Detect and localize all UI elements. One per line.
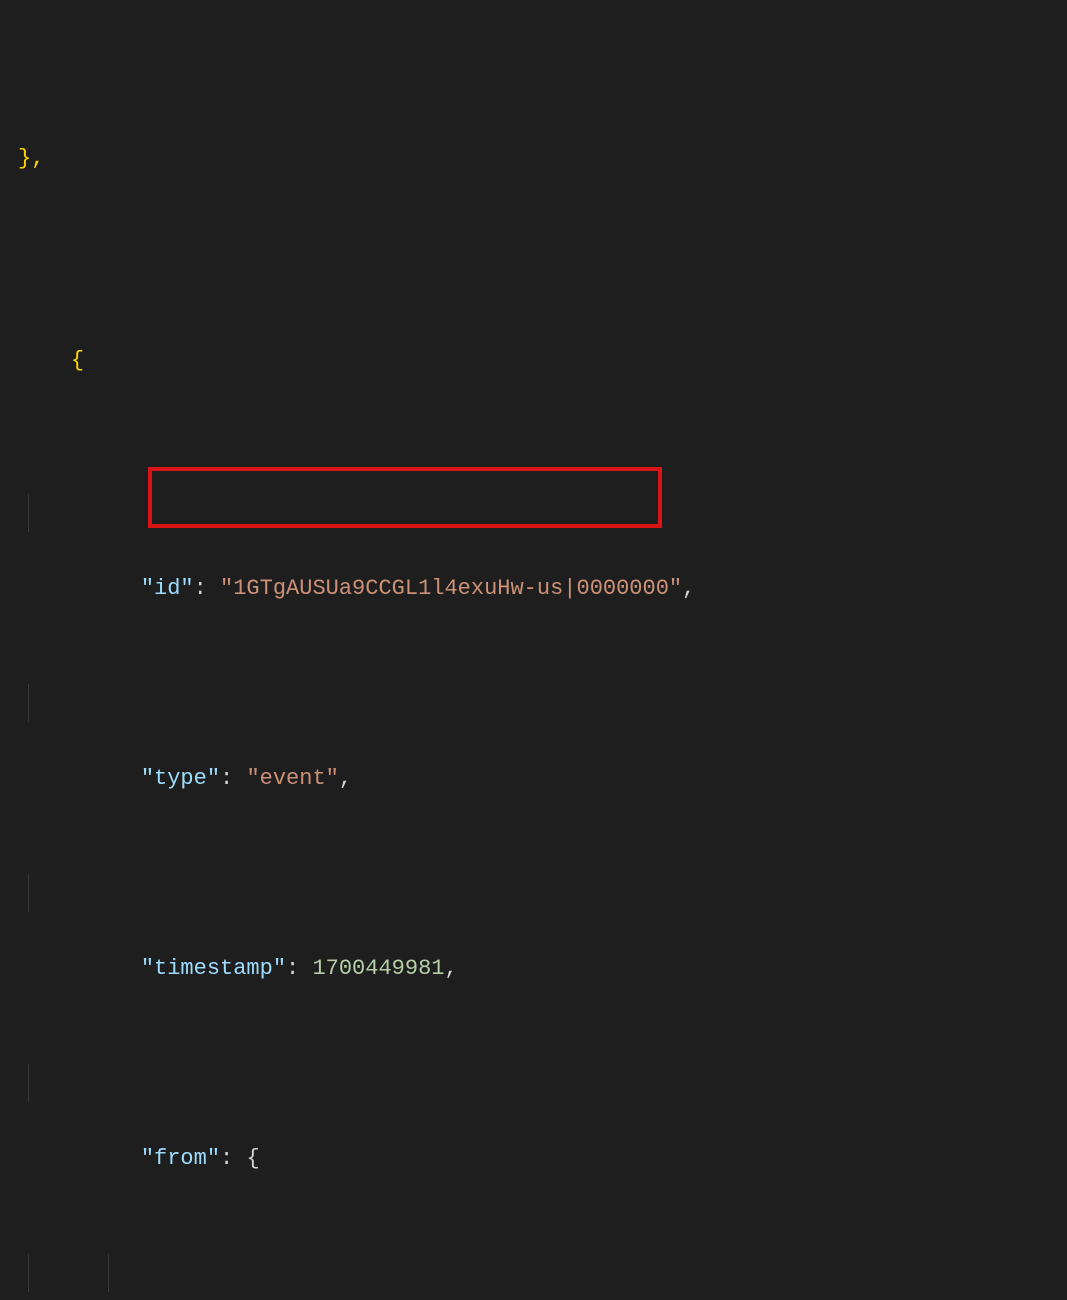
json-number: 1700449981 [312,956,444,981]
code-line: }, [18,140,805,152]
code-line: "id": "1GTgAUSUa9CCGL1l4exuHw-us|0000000… [18,494,805,532]
open-brace: { [71,348,84,373]
code-line: "id": "d18d8ce5-6ed5-f417-27af-1ba8da804… [18,1254,805,1292]
code-line: "timestamp": 1700449981, [18,874,805,912]
json-key: "timestamp" [141,956,286,981]
json-string: "1GTgAUSUa9CCGL1l4exuHw-us|0000000" [220,576,682,601]
code-line: "from": { [18,1064,805,1102]
json-key: "type" [141,766,220,791]
json-key: "id" [141,576,194,601]
json-string: "event" [246,766,338,791]
prev-close-brace: }, [18,140,44,178]
code-line: { [18,304,805,342]
json-editor[interactable]: }, { "id": "1GTgAUSUa9CCGL1l4exuHw-us|00… [18,0,805,1300]
code-line: "type": "event", [18,684,805,722]
json-key: "from" [141,1146,220,1171]
